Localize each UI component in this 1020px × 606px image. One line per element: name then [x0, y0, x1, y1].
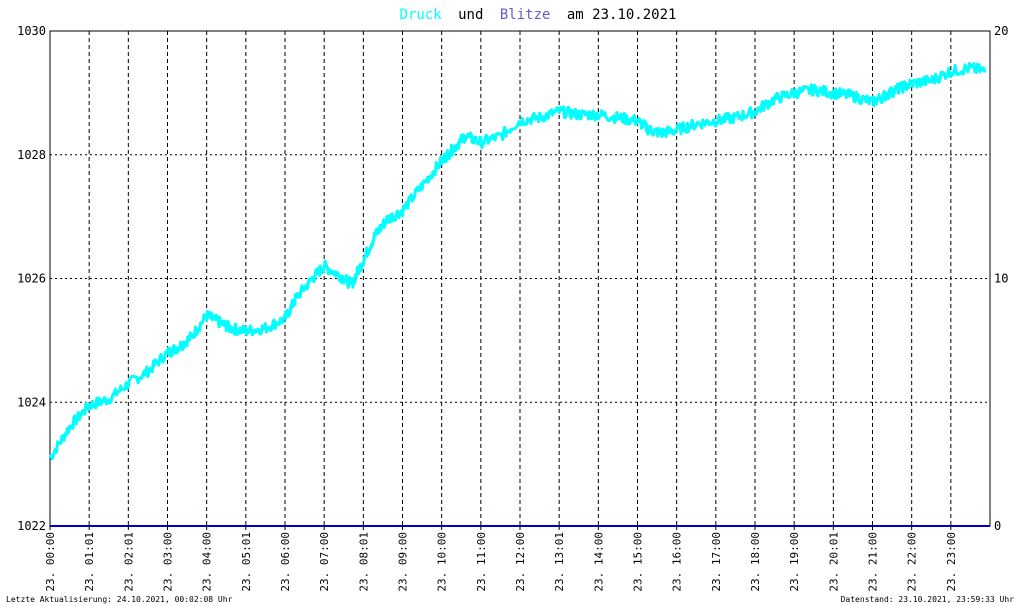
x-tick-label: 23. 21:00 — [867, 532, 880, 592]
x-tick-label: 23. 13:01 — [553, 532, 566, 592]
y-right-tick-label: 10 — [994, 272, 1008, 286]
title-blitze: Blitze — [500, 7, 551, 23]
x-tick-label: 23. 20:01 — [827, 532, 840, 592]
chart-background — [0, 0, 1020, 606]
x-tick-label: 23. 23:00 — [945, 532, 958, 592]
x-tick-label: 23. 18:00 — [749, 532, 762, 592]
y-left-tick-label: 1024 — [17, 395, 46, 409]
x-tick-label: 23. 03:00 — [162, 532, 175, 592]
y-left-tick-label: 1026 — [17, 272, 46, 286]
title-und: und — [458, 7, 483, 23]
x-tick-label: 23. 12:00 — [514, 532, 527, 592]
x-tick-label: 23. 19:00 — [788, 532, 801, 592]
x-tick-label: 23. 04:00 — [201, 532, 214, 592]
x-tick-label: 23. 02:01 — [122, 532, 135, 592]
x-tick-label: 23. 09:00 — [397, 532, 410, 592]
x-tick-label: 23. 17:00 — [710, 532, 723, 592]
x-tick-label: 23. 16:00 — [671, 532, 684, 592]
x-tick-label: 23. 15:00 — [632, 532, 645, 592]
x-tick-label: 23. 08:01 — [357, 532, 370, 592]
x-tick-label: 23. 05:01 — [240, 532, 253, 592]
x-tick-label: 23. 06:00 — [279, 532, 292, 592]
x-tick-label: 23. 01:01 — [83, 532, 96, 592]
y-left-tick-label: 1028 — [17, 148, 46, 162]
y-left-tick-label: 1022 — [17, 519, 46, 533]
title-date: am 23.10.2021 — [567, 7, 677, 23]
y-right-tick-label: 20 — [994, 24, 1008, 38]
x-tick-label: 23. 10:00 — [436, 532, 449, 592]
pressure-lightning-chart: 1022 1024 1026 1028 1030 0 10 20 23. 00:00 23. 01… — [0, 0, 1020, 606]
y-right-tick-label: 0 — [994, 519, 1001, 533]
x-tick-label: 23. 14:00 — [592, 532, 605, 592]
footer-last-update: Letzte Aktualisierung: 24.10.2021, 00:02… — [6, 595, 233, 604]
x-tick-label: 23. 00:00 — [44, 532, 57, 592]
x-tick-label: 23. 11:00 — [475, 532, 488, 592]
y-left-tick-label: 1030 — [17, 24, 46, 38]
x-tick-label: 23. 22:00 — [906, 532, 919, 592]
x-tick-label: 23. 07:00 — [318, 532, 331, 592]
title-druck: Druck — [400, 7, 443, 23]
footer-data-status: Datenstand: 23.10.2021, 23:59:33 Uhr — [841, 595, 1015, 604]
chart-title: Druck und Blitze am 23.10.2021 — [400, 7, 677, 23]
